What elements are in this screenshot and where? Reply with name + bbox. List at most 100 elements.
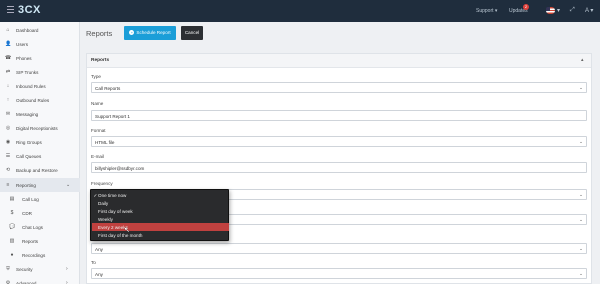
chevron-down-icon: ⌄ bbox=[579, 139, 583, 144]
sidebar-item-advanced[interactable]: ⚙ Advanced › bbox=[0, 276, 80, 284]
frequency-option[interactable]: Weekly bbox=[92, 215, 229, 223]
language-flag-icon[interactable] bbox=[546, 7, 555, 14]
frequency-option-label: Daily bbox=[98, 200, 109, 206]
type-value: Call Reports bbox=[95, 85, 121, 91]
sidebar-item-label: Digital Receptionists bbox=[16, 125, 58, 131]
recordings-icon: ● bbox=[10, 252, 14, 258]
sidebar-item-label: Security bbox=[16, 266, 33, 272]
users-icon: 👤 bbox=[5, 41, 12, 47]
sidebar-item-reporting[interactable]: ≡ Reporting ⌄ bbox=[0, 178, 80, 192]
sidebar-item-reports[interactable]: ▥ Reports bbox=[0, 234, 80, 248]
name-value: Support Report 1 bbox=[95, 113, 130, 119]
sidebar-item-label: Backup and Restore bbox=[16, 167, 58, 173]
email-input[interactable]: billyshipler@ssdbyr.com bbox=[91, 162, 587, 173]
sidebar-item-call-queues[interactable]: ☰ Call Queues bbox=[0, 149, 80, 163]
advanced-icon: ⚙ bbox=[5, 280, 11, 284]
sidebar-item-backup-and-restore[interactable]: ⟲ Backup and Restore bbox=[0, 163, 80, 177]
frequency-option-label: First day of week bbox=[98, 208, 133, 214]
type-select[interactable]: Call Reports ⌄ bbox=[91, 82, 587, 93]
sidebar-item-label: Outbound Rules bbox=[16, 97, 50, 103]
sidebar-item-users[interactable]: 👤 Users bbox=[0, 37, 80, 51]
sidebar-item-messaging[interactable]: ✉ Messaging bbox=[0, 107, 80, 121]
sidebar-item-security[interactable]: ⛨ Security › bbox=[0, 262, 80, 276]
name-label: Name bbox=[91, 101, 104, 106]
sip-trunks-icon: ⇄ bbox=[5, 69, 11, 75]
sidebar-item-inbound-rules[interactable]: ↓ Inbound Rules bbox=[0, 79, 80, 93]
chevron-icon: › bbox=[66, 266, 68, 272]
frequency-option[interactable]: Daily bbox=[92, 199, 229, 207]
frequency-option[interactable]: First day of the month bbox=[92, 231, 229, 239]
schedule-report-button[interactable]: + Schedule Report bbox=[124, 26, 176, 40]
outbound-rules-icon: ↑ bbox=[6, 97, 10, 103]
sidebar-item-label: Phones bbox=[16, 55, 32, 61]
frequency-option-label: One time now bbox=[98, 192, 127, 198]
frequency-option[interactable]: ✓ One time now bbox=[92, 191, 229, 199]
cancel-button[interactable]: Cancel bbox=[181, 26, 203, 40]
frequency-option[interactable]: First day of week bbox=[92, 207, 229, 215]
name-input[interactable]: Support Report 1 bbox=[91, 110, 587, 121]
sidebar-item-dashboard[interactable]: ⌂ Dashboard bbox=[0, 23, 80, 37]
chevron-icon: ⌄ bbox=[66, 182, 71, 188]
from-select[interactable]: Any ⌄ bbox=[91, 243, 587, 254]
sidebar-item-ring-groups[interactable]: ◉ Ring Groups bbox=[0, 135, 80, 149]
chevron-down-icon: ⌄ bbox=[579, 85, 583, 90]
sidebar-item-label: CDR bbox=[22, 210, 32, 216]
sidebar-item-label: SIP Trunks bbox=[16, 69, 39, 75]
sidebar-item-label: Call Queues bbox=[16, 153, 42, 159]
checkmark-icon: ✓ bbox=[93, 192, 98, 198]
to-label: To bbox=[91, 260, 96, 265]
sidebar-item-chat-logs[interactable]: 💬 Chat Logs bbox=[0, 220, 80, 234]
schedule-report-label: Schedule Report bbox=[136, 30, 171, 35]
collapse-icon[interactable]: ▴ bbox=[581, 57, 584, 63]
sidebar-item-recordings[interactable]: ● Recordings bbox=[0, 248, 80, 262]
sidebar-item-label: Users bbox=[16, 41, 28, 47]
sidebar-item-label: Advanced bbox=[16, 280, 37, 284]
sidebar-item-label: Recordings bbox=[22, 252, 46, 258]
email-value: billyshipler@ssdbyr.com bbox=[95, 165, 145, 171]
chevron-down-icon: ⌄ bbox=[579, 271, 583, 276]
sidebar-item-label: Dashboard bbox=[16, 27, 39, 33]
chevron-icon: › bbox=[66, 280, 68, 284]
phones-icon: ☎ bbox=[5, 55, 12, 61]
sidebar-item-label: Ring Groups bbox=[16, 139, 42, 145]
fullscreen-icon[interactable]: ⤢ bbox=[570, 7, 575, 14]
page-header: Reports + Schedule Report Cancel bbox=[80, 22, 600, 46]
support-menu[interactable]: Support ▾ bbox=[476, 8, 497, 14]
top-bar: 3CX Support ▾ Updates 2 ▾ ⤢ A ▾ bbox=[0, 0, 600, 22]
to-select[interactable]: Any ⌄ bbox=[91, 268, 587, 279]
sidebar-item-digital-receptionists[interactable]: ◎ Digital Receptionists bbox=[0, 121, 80, 135]
format-value: HTML file bbox=[95, 139, 115, 145]
format-label: Format bbox=[91, 128, 106, 133]
language-dropdown-icon[interactable]: ▾ bbox=[557, 7, 560, 14]
logo: 3CX bbox=[18, 4, 41, 16]
sidebar-item-call-log[interactable]: ▤ Call Log bbox=[0, 192, 80, 206]
chevron-down-icon: ⌄ bbox=[579, 192, 583, 197]
frequency-dropdown: ✓ One time now Daily First day of week Weekl… bbox=[90, 189, 229, 241]
user-menu[interactable]: A ▾ bbox=[585, 7, 593, 14]
chevron-down-icon: ⌄ bbox=[579, 246, 583, 251]
menu-icon[interactable] bbox=[7, 6, 14, 15]
frequency-option[interactable]: Every 2 weeks bbox=[92, 223, 229, 231]
format-select[interactable]: HTML file ⌄ bbox=[91, 136, 587, 147]
call-log-icon: ▤ bbox=[9, 196, 15, 202]
sidebar-item-label: Chat Logs bbox=[22, 224, 43, 230]
page-title: Reports bbox=[86, 29, 113, 38]
updates-badge: 2 bbox=[523, 4, 529, 10]
plus-icon: + bbox=[129, 30, 135, 35]
panel-header[interactable]: Reports ▴ bbox=[87, 54, 591, 68]
frequency-label: Frequency bbox=[91, 181, 113, 186]
from-value: Any bbox=[95, 246, 103, 252]
reports-icon: ▥ bbox=[9, 238, 15, 244]
sidebar-item-outbound-rules[interactable]: ↑ Outbound Rules bbox=[0, 93, 80, 107]
dashboard-icon: ⌂ bbox=[6, 27, 10, 33]
sidebar-item-phones[interactable]: ☎ Phones bbox=[0, 51, 80, 65]
sidebar-item-label: Inbound Rules bbox=[16, 83, 46, 89]
sidebar-item-cdr[interactable]: $ CDR bbox=[0, 206, 80, 220]
to-value: Any bbox=[95, 271, 103, 277]
digital-receptionists-icon: ◎ bbox=[5, 125, 11, 131]
security-icon: ⛨ bbox=[6, 266, 10, 272]
ring-groups-icon: ◉ bbox=[5, 139, 11, 145]
sidebar-item-label: Call Log bbox=[22, 196, 39, 202]
cdr-icon: $ bbox=[10, 210, 14, 216]
sidebar-item-sip-trunks[interactable]: ⇄ SIP Trunks bbox=[0, 65, 80, 79]
